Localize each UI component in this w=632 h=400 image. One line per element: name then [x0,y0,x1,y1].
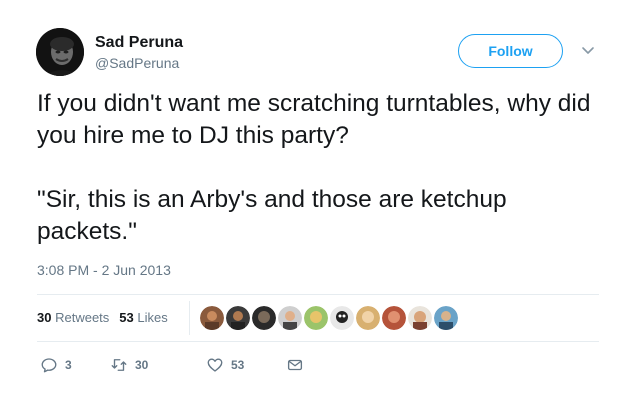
liker-avatar[interactable] [252,306,276,330]
tweet-line-1: If you didn't want me scratching turntab… [37,90,591,149]
liker-avatar[interactable] [408,306,432,330]
retweets-count: 30 [37,310,52,325]
tweet-card: Sad Peruna @SadPeruna Follow If you didn… [0,0,632,400]
like-button[interactable]: 53 [206,356,286,374]
divider [37,341,599,342]
retweet-count: 30 [135,358,149,372]
liker-avatar[interactable] [382,306,406,330]
likes-stat[interactable]: 53 Likes [119,310,167,325]
chevron-down-icon[interactable] [580,42,596,58]
retweet-icon [111,359,127,371]
retweet-button[interactable]: 30 [110,356,206,374]
direct-message-button[interactable] [286,356,304,374]
author-handle[interactable]: @SadPeruna [95,55,179,71]
liker-avatars [200,306,458,330]
author-avatar[interactable] [36,28,84,76]
divider [37,294,599,295]
reply-icon [41,358,57,373]
tweet-actions: 3 30 53 [40,356,304,374]
tweet-timestamp[interactable]: 3:08 PM - 2 Jun 2013 [37,262,171,278]
likes-count: 53 [119,310,134,325]
heart-icon [207,358,223,372]
author-name[interactable]: Sad Peruna [95,34,183,52]
retweets-stat[interactable]: 30 Retweets [37,310,109,325]
liker-avatar[interactable] [226,306,250,330]
stats-divider [189,301,190,335]
tweet-text: If you didn't want me scratching turntab… [37,88,612,248]
liker-avatar[interactable] [304,306,328,330]
liker-avatar[interactable] [278,306,302,330]
tweet-line-2: "Sir, this is an Arby's and those are ke… [37,186,507,245]
reply-count: 3 [65,358,72,372]
liker-avatar[interactable] [330,306,354,330]
likes-label: Likes [137,310,168,325]
envelope-icon [287,359,303,371]
reply-button[interactable]: 3 [40,356,110,374]
like-count: 53 [231,358,245,372]
liker-avatar[interactable] [434,306,458,330]
liker-avatar[interactable] [356,306,380,330]
liker-avatar[interactable] [200,306,224,330]
tweet-stats: 30 Retweets 53 Likes [37,310,168,325]
retweets-label: Retweets [55,310,110,325]
follow-button[interactable]: Follow [458,34,563,68]
